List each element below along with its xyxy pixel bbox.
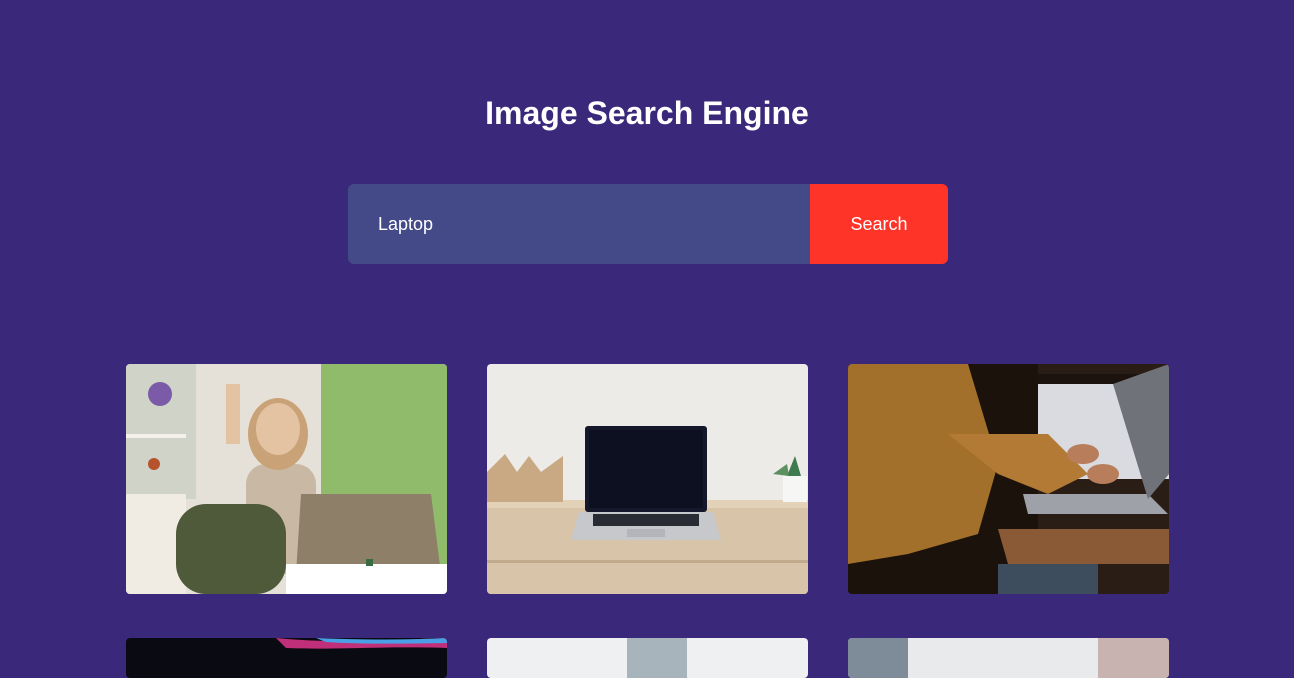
page-title: Image Search Engine bbox=[485, 95, 809, 131]
search-button[interactable]: Search bbox=[810, 184, 948, 264]
result-image-4[interactable] bbox=[126, 638, 447, 678]
result-image-2[interactable] bbox=[487, 364, 808, 594]
result-photo bbox=[126, 364, 447, 594]
result-photo bbox=[487, 364, 808, 594]
result-image-1[interactable] bbox=[126, 364, 447, 594]
result-image-6[interactable] bbox=[848, 638, 1169, 678]
result-photo bbox=[487, 638, 808, 678]
result-photo bbox=[126, 638, 447, 678]
result-photo bbox=[848, 638, 1169, 678]
result-photo bbox=[848, 364, 1169, 594]
result-image-3[interactable] bbox=[848, 364, 1169, 594]
search-input[interactable] bbox=[348, 184, 810, 264]
search-bar: Search bbox=[348, 184, 948, 264]
result-image-5[interactable] bbox=[487, 638, 808, 678]
